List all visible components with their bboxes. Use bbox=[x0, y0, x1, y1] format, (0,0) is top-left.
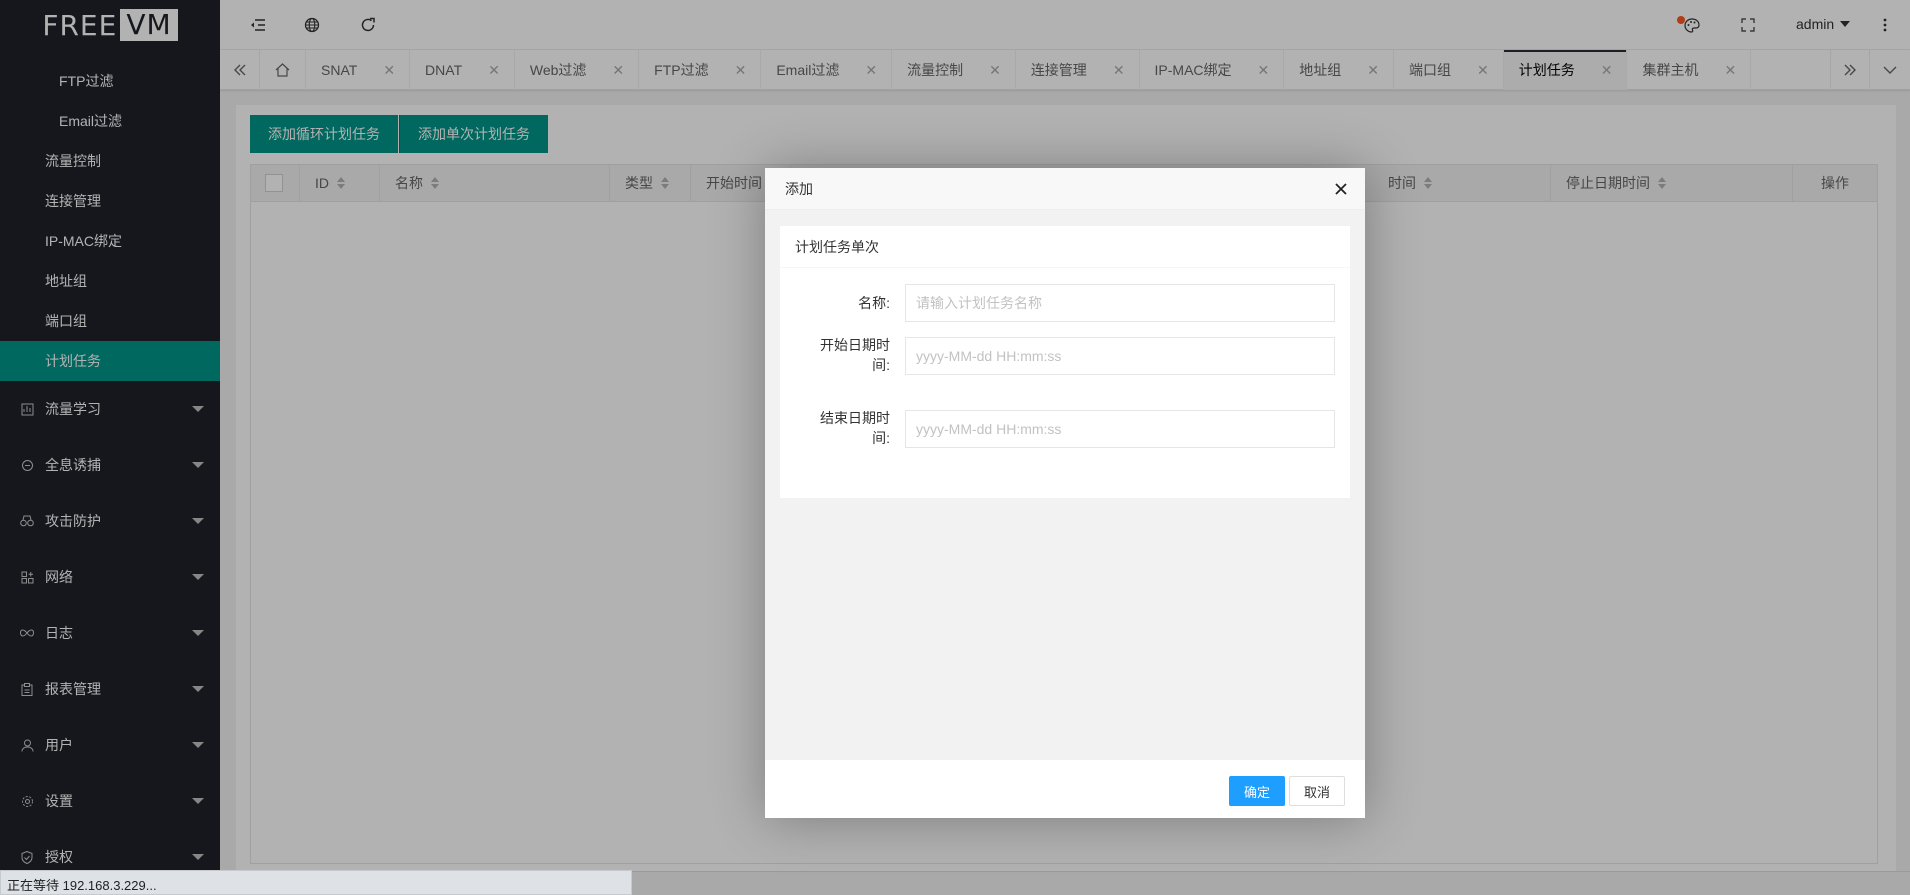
task-name-input[interactable] bbox=[905, 284, 1335, 322]
dialog-title: 添加 bbox=[785, 180, 813, 197]
close-icon[interactable] bbox=[1331, 179, 1351, 199]
card-title: 计划任务单次 bbox=[780, 226, 1350, 268]
add-dialog: 添加 计划任务单次 名称: 开始日期时 间: 结束日期时 间: 确定 取消 bbox=[765, 168, 1365, 818]
dialog-header: 添加 bbox=[765, 168, 1365, 210]
start-datetime-input[interactable] bbox=[905, 337, 1335, 375]
dialog-footer: 确定 取消 bbox=[765, 760, 1365, 818]
end-datetime-label: 结束日期时 间: bbox=[820, 410, 890, 446]
end-datetime-input[interactable] bbox=[905, 410, 1335, 448]
cancel-button[interactable]: 取消 bbox=[1288, 776, 1345, 806]
start-datetime-label: 开始日期时 间: bbox=[820, 337, 890, 373]
name-label: 名称: bbox=[858, 295, 890, 311]
confirm-button[interactable]: 确定 bbox=[1228, 776, 1285, 806]
browser-status-bar: 正在等待 192.168.3.229... bbox=[0, 870, 632, 895]
form-card: 计划任务单次 名称: 开始日期时 间: 结束日期时 间: bbox=[780, 226, 1350, 498]
